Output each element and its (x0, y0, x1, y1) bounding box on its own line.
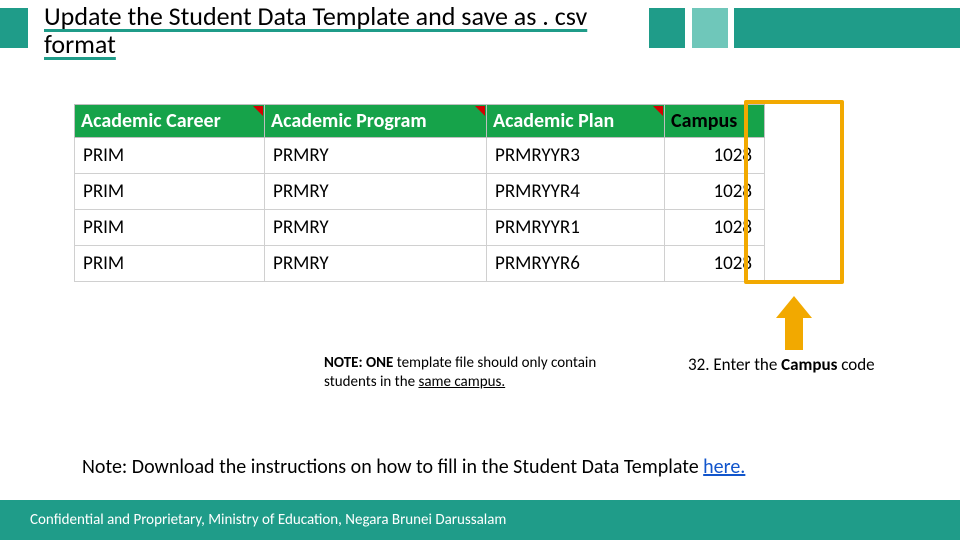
footer-bar: Confidential and Proprietary, Ministry o… (0, 500, 960, 540)
title-bar: Update the Student Data Template and sav… (0, 0, 960, 58)
data-table-wrap: Academic Career Academic Program Academi… (74, 104, 834, 282)
comment-icon (653, 106, 663, 116)
th-academic-plan: Academic Plan (487, 105, 665, 138)
note-same-campus: NOTE: ONE template file should only cont… (324, 354, 624, 392)
cell-career: PRIM (75, 246, 265, 282)
cell-plan: PRMRYYR3 (487, 138, 665, 174)
cell-plan: PRMRYYR6 (487, 246, 665, 282)
download-link[interactable]: here. (703, 455, 745, 479)
accent-bar-r1 (649, 8, 685, 48)
comment-icon (475, 106, 485, 116)
cell-plan: PRMRYYR4 (487, 174, 665, 210)
accent-bar-left (0, 8, 28, 48)
slide: Update the Student Data Template and sav… (0, 0, 960, 540)
cell-career: PRIM (75, 138, 265, 174)
th-academic-program: Academic Program (265, 105, 487, 138)
page-title: Update the Student Data Template and sav… (44, 2, 589, 58)
cell-program: PRMRY (265, 210, 487, 246)
cell-plan: PRMRYYR1 (487, 210, 665, 246)
step-instruction: 32. Enter the Campus code (688, 354, 875, 375)
comment-icon (253, 106, 263, 116)
footer-text: Confidential and Proprietary, Ministry o… (30, 511, 506, 529)
note-download: Note: Download the instructions on how t… (82, 455, 882, 479)
cell-career: PRIM (75, 210, 265, 246)
table-row: PRIM PRMRY PRMRYYR6 1028 (75, 246, 765, 282)
table-row: PRIM PRMRY PRMRYYR4 1028 (75, 174, 765, 210)
up-arrow-icon (776, 296, 812, 350)
cell-program: PRMRY (265, 246, 487, 282)
cell-career: PRIM (75, 174, 265, 210)
table-row: PRIM PRMRY PRMRYYR1 1028 (75, 210, 765, 246)
accent-bar-r2 (692, 8, 728, 48)
data-table: Academic Career Academic Program Academi… (74, 104, 765, 282)
th-academic-career: Academic Career (75, 105, 265, 138)
table-row: PRIM PRMRY PRMRYYR3 1028 (75, 138, 765, 174)
table-header-row: Academic Career Academic Program Academi… (75, 105, 765, 138)
cell-program: PRMRY (265, 138, 487, 174)
accent-bar-r3 (734, 8, 960, 48)
highlight-rectangle (744, 100, 844, 284)
cell-program: PRMRY (265, 174, 487, 210)
